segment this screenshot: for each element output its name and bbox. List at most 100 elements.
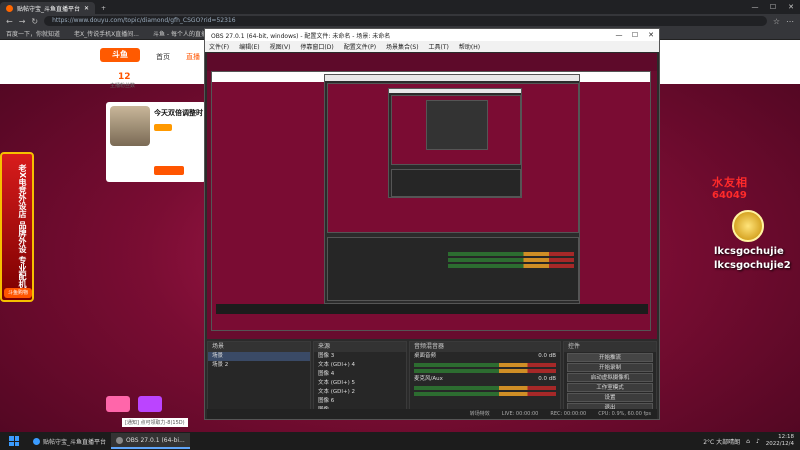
nested-docks-2 — [391, 169, 521, 197]
maximize-icon[interactable]: ☐ — [764, 3, 782, 11]
menu-icon[interactable]: ⋯ — [786, 17, 794, 26]
start-recording-button[interactable]: 开始录制 — [567, 363, 653, 372]
source-item[interactable]: 文本 (GDI+) 4 — [314, 361, 406, 370]
source-item[interactable]: 文本 (GDI+) 5 — [314, 379, 406, 388]
nav-live[interactable]: 直播 — [186, 52, 200, 62]
card-action-button[interactable] — [154, 166, 184, 175]
windows-taskbar: 贴帖守宝_斗鱼直播平台 OBS 27.0.1 (64-bi... 2°C 大部晴… — [0, 432, 800, 450]
source-item[interactable]: 图像 4 — [314, 370, 406, 379]
promo-username: lkcsgochujie2 — [714, 260, 791, 271]
close-icon[interactable]: ✕ — [782, 3, 800, 11]
controls-header: 控件 — [564, 342, 656, 352]
menu-docks[interactable]: 停靠窗口(D) — [300, 42, 333, 51]
scene-item[interactable]: 场景 — [208, 352, 310, 361]
streamer-card[interactable]: 今天双倍调整时 — [106, 102, 206, 182]
volume-meter — [414, 386, 556, 390]
obs-docks: 场景 场景 场景 2 来源 图像 3 文本 (GDI+) 4 图像 4 文本 (… — [207, 341, 657, 419]
transitions-tab[interactable]: 转场特效 — [470, 409, 490, 419]
promo-username: lkcsgochujie — [714, 246, 784, 257]
bottom-gift-bar — [106, 392, 216, 414]
audio-mixer-dock: 音频混音器 桌面音频 0.0 dB 麦克风/Aux 0.0 dB — [409, 341, 561, 419]
weather-text[interactable]: 2°C 大部晴朗 — [703, 437, 740, 446]
start-streaming-button[interactable]: 开始推流 — [567, 353, 653, 362]
obs-icon — [116, 436, 124, 444]
windows-start-icon[interactable] — [6, 433, 22, 449]
source-item[interactable]: 图像 6 — [314, 397, 406, 406]
obs-title-bar: OBS 27.0.1 (64-bit, windows) - 配置文件: 未命名… — [205, 29, 659, 41]
menu-tools[interactable]: 工具(T) — [429, 42, 449, 51]
gift-card[interactable] — [138, 396, 162, 412]
rec-timer: REC: 00:00:00 — [550, 411, 587, 417]
menu-scene-collection[interactable]: 场景集合(S) — [386, 42, 419, 51]
maximize-icon[interactable]: ☐ — [627, 31, 643, 39]
scene-item[interactable]: 场景 2 — [208, 361, 310, 370]
virtual-camera-button[interactable]: 启动虚拟摄像机 — [567, 373, 653, 382]
browser-toolbar: ← → ↻ https://www.douyu.com/topic/diamon… — [0, 14, 800, 28]
right-promo-area: 水友相 64049 lkcsgochujie lkcsgochujie2 — [610, 130, 800, 330]
volume-slider[interactable] — [414, 369, 556, 373]
gold-coin-icon — [732, 210, 764, 242]
bookmark-item[interactable]: 老X_传说手机X直播间... — [74, 29, 139, 38]
taskbar-obs[interactable]: OBS 27.0.1 (64-bi... — [111, 433, 190, 449]
sources-dock: 来源 图像 3 文本 (GDI+) 4 图像 4 文本 (GDI+) 5 文本 … — [313, 341, 407, 419]
promo-red-number: 64049 — [712, 190, 747, 201]
nested-obs-1 — [324, 74, 580, 304]
system-tray: 2°C 大部晴朗 ⌂ ♪ 12:18 2022/12/4 — [703, 434, 800, 448]
clock-date: 2022/12/4 — [765, 441, 794, 447]
network-icon[interactable]: ⌂ — [746, 438, 750, 445]
source-item[interactable]: 文本 (GDI+) 2 — [314, 388, 406, 397]
back-icon[interactable]: ← — [6, 17, 13, 26]
browser-tab[interactable]: 贴帖守宝_斗鱼直播平台 ✕ — [0, 2, 96, 14]
clock[interactable]: 12:18 2022/12/4 — [766, 434, 794, 448]
menu-file[interactable]: 文件(F) — [209, 42, 229, 51]
taskbar-item-label: OBS 27.0.1 (64-bi... — [126, 436, 185, 444]
menu-help[interactable]: 帮助(H) — [459, 42, 480, 51]
obs-status-bar: 转场特效 LIVE: 00:00:00 REC: 00:00:00 CPU: 0… — [207, 409, 657, 419]
taskbar-browser[interactable]: 贴帖守宝_斗鱼直播平台 — [28, 433, 111, 449]
forward-icon[interactable]: → — [19, 17, 26, 26]
obs-menu-bar: 文件(F) 编辑(E) 视图(V) 停靠窗口(D) 配置文件(P) 场景集合(S… — [205, 41, 659, 52]
menu-view[interactable]: 视图(V) — [270, 42, 291, 51]
volume-slider[interactable] — [414, 392, 556, 396]
menu-profile[interactable]: 配置文件(P) — [344, 42, 376, 51]
nested-obs-3 — [426, 100, 488, 150]
volume-icon[interactable]: ♪ — [756, 438, 760, 445]
scenes-header: 场景 — [208, 342, 310, 352]
address-bar[interactable]: https://www.douyu.com/topic/diamond/gfh_… — [44, 16, 767, 26]
close-icon[interactable]: ✕ — [643, 31, 659, 39]
cpu-fps: CPU: 0.9%, 60.00 fps — [598, 411, 651, 417]
new-tab-button[interactable]: + — [95, 2, 112, 14]
edge-icon — [33, 437, 40, 445]
obs-preview-canvas[interactable] — [207, 53, 657, 339]
minimize-icon[interactable]: — — [746, 3, 764, 11]
browser-tab-title: 贴帖守宝_斗鱼直播平台 — [17, 5, 81, 13]
source-item[interactable]: 图像 3 — [314, 352, 406, 361]
volume-meter — [414, 363, 556, 367]
menu-edit[interactable]: 编辑(E) — [239, 42, 259, 51]
star-icon[interactable]: ☆ — [773, 17, 780, 26]
ad-banner-text: 老X电竞外设店 品牌外设 专业配机 — [18, 164, 27, 288]
nested-taskbar — [216, 304, 648, 314]
level-badge — [154, 124, 172, 131]
nav-home[interactable]: 首页 — [156, 52, 170, 62]
douyu-logo[interactable]: 斗鱼 — [100, 48, 140, 62]
mixer-header: 音频混音器 — [410, 342, 560, 352]
ad-banner-left[interactable]: 老X电竞外设店 品牌外设 专业配机 斗鱼购物 — [0, 152, 34, 302]
minimize-icon[interactable]: — — [611, 31, 627, 39]
captured-browser — [211, 71, 651, 331]
taskbar-item-label: 贴帖守宝_斗鱼直播平台 — [43, 438, 107, 446]
obs-title-text: OBS 27.0.1 (64-bit, windows) - 配置文件: 未命名… — [211, 32, 391, 40]
reload-icon[interactable]: ↻ — [31, 17, 38, 26]
browser-tab-strip: 贴帖守宝_斗鱼直播平台 ✕ + — ☐ ✕ — [0, 0, 800, 14]
card-title: 今天双倍调整时 — [154, 109, 203, 117]
gift-card[interactable] — [106, 396, 130, 412]
controls-dock: 控件 开始推流 开始录制 启动虚拟摄像机 工作室模式 设置 退出 — [563, 341, 657, 419]
close-tab-icon[interactable]: ✕ — [84, 5, 89, 12]
studio-mode-button[interactable]: 工作室模式 — [567, 383, 653, 392]
captured-desktop — [207, 71, 657, 339]
bookmark-item[interactable]: 百度一下，你就知道 — [6, 29, 60, 38]
fans-count: 12 — [118, 72, 131, 82]
settings-button[interactable]: 设置 — [567, 393, 653, 402]
live-timer: LIVE: 00:00:00 — [501, 411, 539, 417]
clock-time: 12:18 — [778, 434, 794, 440]
